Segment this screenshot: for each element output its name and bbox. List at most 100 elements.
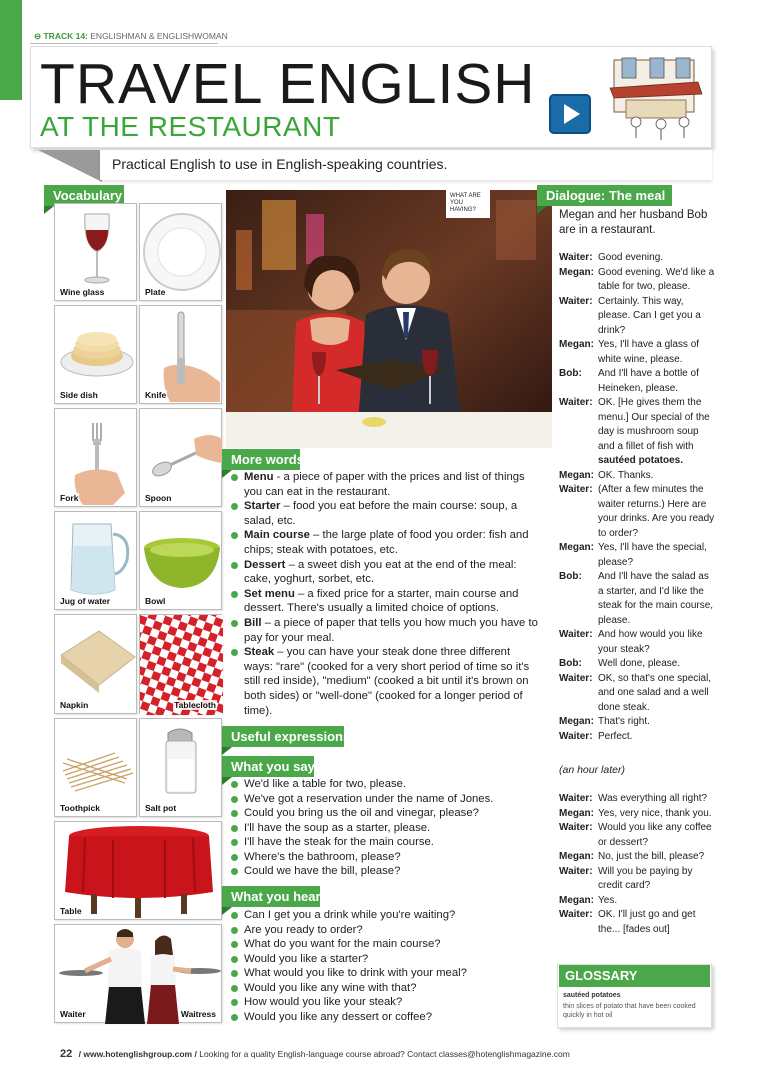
speaker: Megan: bbox=[559, 266, 594, 278]
vocab-napkin: Napkin bbox=[54, 614, 137, 714]
dialogue-line: Waiter: Perfect. bbox=[559, 730, 715, 745]
list-item: Menu - a piece of paper with the prices … bbox=[230, 470, 542, 499]
line-text: OK, so that's one special, and one salad… bbox=[598, 672, 712, 713]
more-words-list: Menu - a piece of paper with the prices … bbox=[230, 470, 542, 718]
dialogue-line: Bob: And I'll have a bottle of Heineken, … bbox=[559, 367, 715, 396]
what-you-hear-heading: What you hear bbox=[222, 886, 321, 915]
list-item: Would you like a starter? bbox=[230, 952, 550, 967]
speaker: Waiter: bbox=[559, 295, 593, 307]
dialogue-line: Waiter: (After a few minutes the waiter r… bbox=[559, 483, 715, 541]
line-text: Yes. bbox=[598, 894, 618, 906]
line-text: Yes, I'll have a glass of white wine, pl… bbox=[598, 339, 700, 365]
line-text: Good evening. We'd like a table for two,… bbox=[598, 266, 715, 293]
track-topic: ENGLISHMAN & ENGLISHWOMAN bbox=[90, 31, 228, 41]
play-icon[interactable] bbox=[549, 94, 591, 134]
dialogue-line: Waiter: And how would you like your steak… bbox=[559, 628, 715, 657]
dialogue-line: Megan: Good evening. We'd like a table fo… bbox=[559, 266, 715, 295]
speaker: Waiter: bbox=[559, 397, 593, 408]
vocab-label: Jug of water bbox=[59, 596, 112, 606]
dialogue-line: Waiter: Good evening. bbox=[559, 251, 715, 266]
what-you-hear-list: Can I get you a drink while you're waiti… bbox=[230, 908, 550, 1024]
speaker: Waiter: bbox=[559, 909, 593, 920]
line-text: Would you like any coffee or dessert? bbox=[598, 822, 712, 848]
page-footer: 22 / www.hotenglishgroup.com / Looking f… bbox=[60, 1048, 570, 1060]
speaker: Waiter: bbox=[559, 730, 593, 742]
dialogue-line: Waiter: OK. I'll just go and get the... [… bbox=[559, 908, 715, 937]
term: Main course bbox=[244, 529, 310, 542]
speaker: Megan: bbox=[559, 542, 594, 553]
line-text: Was everything all right? bbox=[598, 793, 708, 804]
line-text: That's right. bbox=[598, 716, 650, 727]
vocab-label: Wine glass bbox=[59, 287, 106, 297]
vocab-jug-of-water: Jug of water bbox=[54, 511, 137, 610]
line-text: OK. [He gives them the menu.] Our specia… bbox=[598, 396, 715, 469]
line-text: OK. I'll just go and get the... [fades o… bbox=[598, 909, 696, 935]
vocab-label: Napkin bbox=[59, 700, 90, 710]
dialogue-line: Waiter: Certainly. This way, please. Can … bbox=[559, 295, 715, 339]
subtitle: Practical English to use in English-spea… bbox=[112, 156, 448, 172]
term: Set menu bbox=[244, 587, 295, 600]
speaker: Waiter: bbox=[559, 252, 593, 263]
line-text: Certainly. This way, please. Can I get y… bbox=[598, 295, 701, 336]
line-text: Yes, very nice, thank you. bbox=[598, 807, 712, 819]
subtitle-tab bbox=[38, 150, 102, 182]
line-text: And I'll have the salad as a starter, an… bbox=[598, 571, 714, 626]
term: Starter bbox=[244, 500, 281, 513]
list-item: Bill – a piece of paper that tells you h… bbox=[230, 616, 542, 645]
term: Bill bbox=[244, 616, 262, 629]
speaker: Megan: bbox=[559, 894, 594, 906]
dialogue-line: Megan: That's right. bbox=[559, 715, 715, 730]
line-text: Will you be paying by credit card? bbox=[598, 865, 693, 892]
line-text: Well done, please. bbox=[598, 658, 681, 669]
dialogue-intro: Megan and her husband Bob are in a resta… bbox=[559, 209, 708, 236]
glossary-term: sautéed potatoes. bbox=[598, 455, 684, 466]
page-number: 22 bbox=[60, 1048, 73, 1060]
speaker: Waiter: bbox=[559, 484, 593, 495]
vocab-label: Waitress bbox=[179, 1009, 217, 1019]
speaker: Waiter: bbox=[559, 793, 593, 804]
definition: – you can have your steak done three dif… bbox=[244, 646, 530, 717]
line-text: (After a few minutes the waiter returns.… bbox=[598, 484, 715, 539]
definition: – a piece of paper that tells you how mu… bbox=[244, 616, 538, 644]
dialogue-line: Waiter: OK, so that's one special, and on… bbox=[559, 672, 715, 716]
vocab-spoon: Spoon bbox=[139, 408, 222, 507]
vocab-table: Table bbox=[54, 821, 222, 920]
list-item: Set menu – a fixed price for a starter, … bbox=[230, 587, 542, 616]
footer-link[interactable]: / www.hotenglishgroup.com / bbox=[79, 1049, 197, 1059]
speaker: Megan: bbox=[559, 807, 594, 819]
vocab-plate: Plate bbox=[139, 203, 222, 301]
dialogue-line: Megan: Yes. bbox=[559, 894, 715, 909]
vocab-toothpick: Toothpick bbox=[54, 718, 137, 817]
speaker: Waiter: bbox=[559, 822, 593, 833]
section-title: AT THE RESTAURANT bbox=[40, 111, 341, 142]
list-item: Are you ready to order? bbox=[230, 923, 550, 938]
dialogue-line: Megan: Yes, I'll have the special, please… bbox=[559, 541, 715, 570]
dialogue-line: Waiter: OK. [He gives them the menu.] Our… bbox=[559, 396, 715, 469]
line-text: No, just the bill, please? bbox=[598, 851, 705, 862]
vocab-label: Tablecloth bbox=[173, 700, 217, 710]
list-item: I'll have the soup as a starter, please. bbox=[230, 821, 550, 836]
vocab-waiter-waitress: Waiter Waitress bbox=[54, 924, 222, 1024]
definition: – a sweet dish you eat at the end of the… bbox=[244, 558, 517, 586]
vocab-label: Side dish bbox=[59, 390, 99, 400]
vocab-label: Plate bbox=[144, 287, 167, 297]
track-label: ⊖ TRACK 14: ENGLISHMAN & ENGLISHWOMAN bbox=[34, 31, 228, 42]
list-item: Would you like any wine with that? bbox=[230, 981, 550, 996]
useful-expressions-heading: Useful expressions bbox=[222, 726, 350, 755]
vocab-label: Spoon bbox=[144, 493, 173, 503]
list-item: Could we have the bill, please? bbox=[230, 864, 550, 879]
list-item: Where's the bathroom, please? bbox=[230, 850, 550, 865]
vocab-bowl: Bowl bbox=[139, 511, 222, 610]
vocab-label: Knife bbox=[144, 390, 168, 400]
definition: – food you eat before the main course: s… bbox=[244, 500, 518, 527]
definition: - a piece of paper with the prices and l… bbox=[244, 471, 525, 498]
footer-text: Looking for a quality English-language c… bbox=[199, 1049, 570, 1059]
glossary-definition: thin slices of potato that have been coo… bbox=[563, 1003, 696, 1019]
dialogue-line: Bob: Well done, please. bbox=[559, 657, 715, 672]
list-item: Would you like any dessert or coffee? bbox=[230, 1010, 550, 1025]
divider bbox=[30, 43, 218, 44]
list-item: We'd like a table for two, please. bbox=[230, 777, 550, 792]
list-item: Can I get you a drink while you're waiti… bbox=[230, 908, 550, 923]
vocab-label: Waiter bbox=[59, 1009, 87, 1019]
list-item: What would you like to drink with your m… bbox=[230, 966, 550, 981]
